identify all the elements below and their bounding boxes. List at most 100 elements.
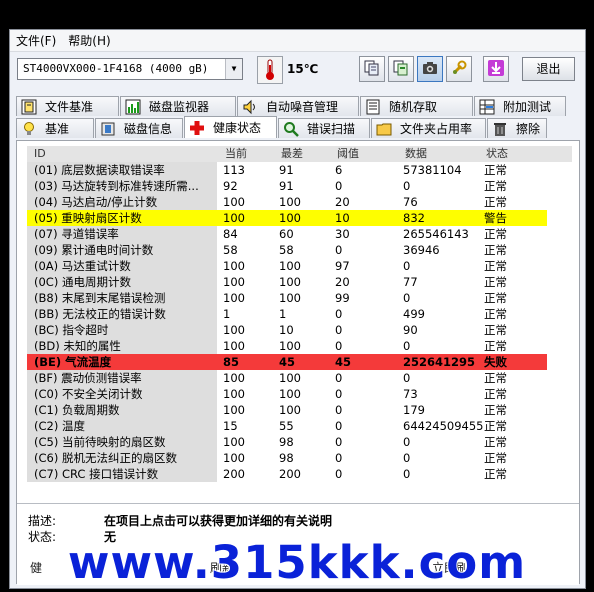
cell-threshold: 10	[335, 210, 395, 226]
cell-current: 100	[223, 195, 245, 209]
cell-worst: 200	[279, 467, 301, 481]
cell-threshold: 0	[335, 339, 343, 353]
cell-worst: 10	[279, 323, 294, 337]
menu-file[interactable]: 文件(F)	[14, 32, 66, 49]
cell-worst: 100	[279, 387, 301, 401]
col-id[interactable]: ID	[27, 146, 217, 162]
info-icon	[21, 99, 37, 115]
cell-data: 57381104	[403, 163, 462, 177]
table-row[interactable]: (BF) 震动侦测错误率 100 100 0 0 正常	[27, 370, 572, 386]
col-worst[interactable]: 最差	[279, 146, 329, 162]
cell-current: 100	[223, 387, 245, 401]
cell-worst: 98	[279, 435, 294, 449]
tab-benchmark[interactable]: 基准	[16, 118, 94, 138]
options-button[interactable]	[446, 56, 472, 82]
attribute-id: (05) 重映射扇区计数	[27, 210, 217, 226]
drive-select[interactable]: ST4000VX000-1F4168 (4000 gB) ▼	[17, 58, 243, 80]
table-row[interactable]: (01) 底层数据读取错误率 113 91 6 57381104 正常	[27, 162, 572, 178]
table-row[interactable]: (07) 寻道错误率 84 60 30 265546143 正常	[27, 226, 572, 242]
cell-current: 92	[223, 179, 238, 193]
cell-worst: 100	[279, 403, 301, 417]
attribute-id: (0A) 马达重试计数	[27, 258, 217, 274]
attribute-id: (C1) 负载周期数	[27, 402, 217, 418]
cell-status: 正常	[484, 419, 507, 433]
camera-icon	[422, 60, 438, 79]
cell-status: 正常	[484, 323, 507, 337]
smart-table[interactable]: ID 当前 最差 阈值 数据 状态 (01) 底层数据读取错误率 113 91 6 57…	[27, 146, 572, 498]
tab-error-scan[interactable]: 错误扫描	[278, 118, 370, 138]
menu-bar: 文件(F) 帮助(H)	[10, 30, 585, 52]
cell-data: 0	[403, 259, 411, 273]
copy-button[interactable]	[359, 56, 385, 82]
col-status[interactable]: 状态	[484, 146, 544, 162]
table-row[interactable]: (BE) 气流温度 85 45 45 252641295 失败	[27, 354, 547, 370]
copy-icon	[364, 60, 380, 79]
table-row[interactable]: (B8) 末尾到末尾错误检测 100 100 99 0 正常	[27, 290, 572, 306]
table-row[interactable]: (BD) 未知的属性 100 100 0 0 正常	[27, 338, 572, 354]
temperature-readout: 15℃	[287, 62, 319, 76]
table-row[interactable]: (05) 重映射扇区计数 100 100 10 832 警告	[27, 210, 547, 226]
cell-current: 15	[223, 419, 238, 433]
table-row[interactable]: (0C) 通电周期计数 100 100 20 77 正常	[27, 274, 572, 290]
cell-current: 84	[223, 227, 238, 241]
table-row[interactable]: (C0) 不安全关闭计数 100 100 0 73 正常	[27, 386, 572, 402]
attribute-id: (C6) 脱机无法纠正的扇区数	[27, 450, 217, 466]
cell-worst: 55	[279, 419, 294, 433]
table-row[interactable]: (0A) 马达重试计数 100 100 97 0 正常	[27, 258, 572, 274]
cell-data: 0	[403, 179, 411, 193]
table-row[interactable]: (BB) 无法校正的错误计数 1 1 0 499 正常	[27, 306, 572, 322]
cell-status: 警告	[484, 210, 544, 226]
table-row[interactable]: (C2) 温度 15 55 0 64424509455 正常	[27, 418, 572, 434]
copy-green-button[interactable]	[388, 56, 414, 82]
attribute-id: (BB) 无法校正的错误计数	[27, 306, 217, 322]
menu-help[interactable]: 帮助(H)	[66, 32, 120, 49]
cell-worst: 100	[279, 371, 301, 385]
attribute-id: (C5) 当前待映射的扇区数	[27, 434, 217, 450]
cell-status: 正常	[484, 403, 507, 417]
save-button[interactable]	[483, 56, 509, 82]
table-row[interactable]: (03) 马达旋转到标准转速所需... 92 91 0 0 正常	[27, 178, 572, 194]
cell-current: 85	[223, 354, 273, 370]
tab-erase[interactable]: 擦除	[487, 118, 547, 138]
screenshot-button[interactable]	[417, 56, 443, 82]
tab-folder-usage[interactable]: 文件夹占用率	[371, 118, 486, 138]
col-data[interactable]: 数据	[403, 146, 483, 162]
table-row[interactable]: (BC) 指令超时 100 10 0 90 正常	[27, 322, 572, 338]
table-row[interactable]: (04) 马达启动/停止计数 100 100 20 76 正常	[27, 194, 572, 210]
cell-threshold: 30	[335, 227, 350, 241]
tab-disk-info[interactable]: 磁盘信息	[95, 118, 183, 138]
table-row[interactable]: (C6) 脱机无法纠正的扇区数 100 98 0 0 正常	[27, 450, 572, 466]
cell-status: 正常	[484, 179, 507, 193]
cell-threshold: 0	[335, 243, 343, 257]
description-label: 描述:	[28, 514, 57, 528]
table-row[interactable]: (09) 累计通电时间计数 58 58 0 36946 正常	[27, 242, 572, 258]
copy-green-icon	[393, 60, 409, 79]
wrench-icon	[451, 60, 467, 79]
cell-threshold: 0	[335, 467, 343, 481]
list-icon	[365, 99, 381, 115]
cell-worst: 100	[279, 339, 301, 353]
tab-random-access[interactable]: 随机存取	[360, 96, 473, 116]
cell-status: 正常	[484, 307, 507, 321]
chevron-down-icon[interactable]: ▼	[225, 59, 242, 79]
table-row[interactable]: (C7) CRC 接口错误计数 200 200 0 0 正常	[27, 466, 572, 482]
cell-status: 正常	[484, 195, 507, 209]
tab-label: 健康状态	[213, 121, 262, 135]
tab-disk-monitor[interactable]: 磁盘监视器	[120, 96, 236, 116]
table-row[interactable]: (C1) 负载周期数 100 100 0 179 正常	[27, 402, 572, 418]
tab-health[interactable]: 健康状态	[184, 116, 277, 138]
col-threshold[interactable]: 阈值	[335, 146, 395, 162]
cell-data: 64424509455	[403, 419, 483, 433]
attribute-id: (C2) 温度	[27, 418, 217, 434]
tab-extra-tests[interactable]: 附加测试	[474, 96, 566, 116]
attribute-id: (BE) 气流温度	[27, 354, 217, 370]
cell-threshold: 0	[335, 307, 343, 321]
exit-button[interactable]: 退出	[522, 57, 575, 81]
cell-status: 正常	[484, 435, 507, 449]
tab-noise-management[interactable]: 自动噪音管理	[237, 96, 359, 116]
tab-file-benchmark[interactable]: 文件基准	[16, 96, 119, 116]
col-current[interactable]: 当前	[223, 146, 273, 162]
cell-threshold: 0	[335, 179, 343, 193]
cell-status: 正常	[484, 259, 507, 273]
table-row[interactable]: (C5) 当前待映射的扇区数 100 98 0 0 正常	[27, 434, 572, 450]
